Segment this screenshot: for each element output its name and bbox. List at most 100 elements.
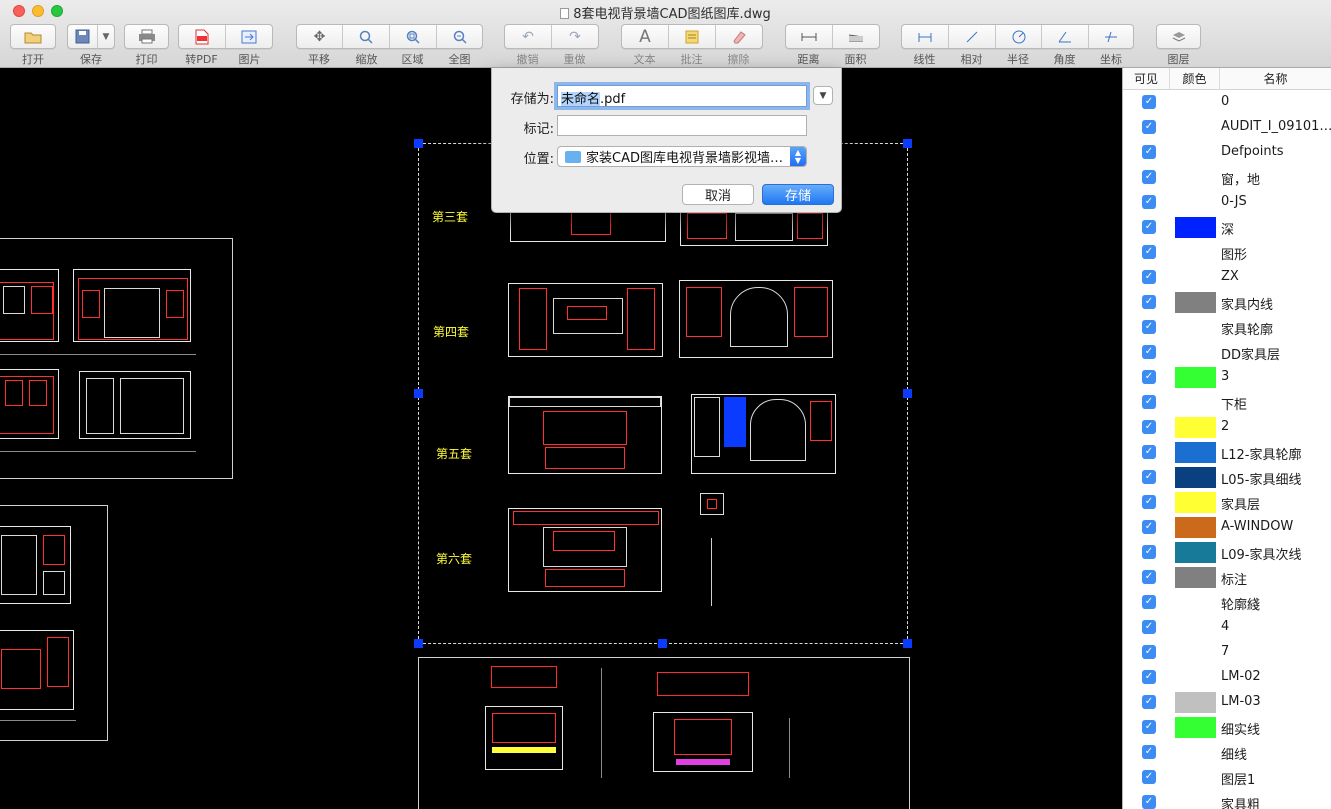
coordinate-icon[interactable]	[1089, 25, 1133, 48]
distance-icon[interactable]	[786, 25, 833, 48]
layer-row[interactable]: ✓ 细线	[1123, 740, 1331, 765]
layer-visible-checkbox[interactable]: ✓	[1142, 170, 1156, 184]
layer-row[interactable]: ✓ L05-家具细线	[1123, 465, 1331, 490]
pan-icon[interactable]: ✥	[297, 25, 343, 48]
layer-visible-checkbox[interactable]: ✓	[1142, 220, 1156, 234]
layers-button[interactable]	[1156, 24, 1201, 49]
layer-row[interactable]: ✓ LM-02	[1123, 665, 1331, 690]
redo-icon[interactable]: ↷	[552, 25, 598, 48]
layer-color-swatch[interactable]	[1175, 517, 1216, 538]
selection-handle[interactable]	[903, 389, 912, 398]
area-icon[interactable]	[833, 25, 879, 48]
chevron-down-icon[interactable]: ▼	[98, 25, 114, 48]
layer-row[interactable]: ✓ 0-JS	[1123, 190, 1331, 215]
layer-row[interactable]: ✓ 图形	[1123, 240, 1331, 265]
layer-color-swatch[interactable]	[1175, 717, 1216, 738]
layer-row[interactable]: ✓ L09-家具次线	[1123, 540, 1331, 565]
layer-visible-checkbox[interactable]: ✓	[1142, 770, 1156, 784]
layer-row[interactable]: ✓ ZX	[1123, 265, 1331, 290]
layer-row[interactable]: ✓ 家具轮廓	[1123, 315, 1331, 340]
layer-visible-checkbox[interactable]: ✓	[1142, 595, 1156, 609]
layer-color-swatch[interactable]	[1175, 492, 1216, 513]
layer-row[interactable]: ✓ 标注	[1123, 565, 1331, 590]
layer-row[interactable]: ✓ LM-03	[1123, 690, 1331, 715]
angle-dim-icon[interactable]	[1042, 25, 1089, 48]
layer-visible-checkbox[interactable]: ✓	[1142, 395, 1156, 409]
layer-row[interactable]: ✓ 3	[1123, 365, 1331, 390]
layer-visible-checkbox[interactable]: ✓	[1142, 645, 1156, 659]
layer-visible-checkbox[interactable]: ✓	[1142, 745, 1156, 759]
save-as-input[interactable]: 未命名.pdf	[557, 85, 807, 107]
layer-row[interactable]: ✓ 深	[1123, 215, 1331, 240]
layer-row[interactable]: ✓ 轮廓綫	[1123, 590, 1331, 615]
layer-row[interactable]: ✓ 4	[1123, 615, 1331, 640]
layer-color-swatch[interactable]	[1175, 292, 1216, 313]
layer-color-swatch[interactable]	[1175, 367, 1216, 388]
zoom-all-icon[interactable]	[437, 25, 482, 48]
location-popup[interactable]: 家装CAD图库电视背景墙影视墙… ▲ ▼	[557, 146, 807, 167]
eraser-icon[interactable]	[716, 25, 762, 48]
radius-dim-icon[interactable]	[996, 25, 1042, 48]
layer-row[interactable]: ✓ 0	[1123, 90, 1331, 115]
layer-color-swatch[interactable]	[1175, 692, 1216, 713]
selection-handle[interactable]	[903, 139, 912, 148]
layer-visible-checkbox[interactable]: ✓	[1142, 670, 1156, 684]
layer-row[interactable]: ✓ 细实线	[1123, 715, 1331, 740]
selection-handle[interactable]	[414, 389, 423, 398]
expand-dialog-button[interactable]: ▼	[813, 86, 833, 105]
layer-row[interactable]: ✓ 2	[1123, 415, 1331, 440]
layer-color-swatch[interactable]	[1175, 467, 1216, 488]
linear-dim-icon[interactable]	[902, 25, 949, 48]
print-button[interactable]	[124, 24, 169, 49]
header-name[interactable]: 名称	[1220, 68, 1331, 89]
layer-visible-checkbox[interactable]: ✓	[1142, 370, 1156, 384]
layer-visible-checkbox[interactable]: ✓	[1142, 295, 1156, 309]
layer-row[interactable]: ✓ 图层1	[1123, 765, 1331, 790]
layer-visible-checkbox[interactable]: ✓	[1142, 345, 1156, 359]
layer-visible-checkbox[interactable]: ✓	[1142, 445, 1156, 459]
layer-row[interactable]: ✓ 下柜	[1123, 390, 1331, 415]
layer-row[interactable]: ✓ 家具粗	[1123, 790, 1331, 809]
undo-icon[interactable]: ↶	[505, 25, 552, 48]
layer-row[interactable]: ✓ 家具内线	[1123, 290, 1331, 315]
save-button[interactable]: 存储	[762, 184, 834, 205]
layer-visible-checkbox[interactable]: ✓	[1142, 520, 1156, 534]
layer-visible-checkbox[interactable]: ✓	[1142, 270, 1156, 284]
layer-row[interactable]: ✓ 7	[1123, 640, 1331, 665]
image-export-icon[interactable]	[226, 25, 272, 48]
zoom-icon[interactable]	[343, 25, 390, 48]
layer-visible-checkbox[interactable]: ✓	[1142, 245, 1156, 259]
layer-row[interactable]: ✓ DD家具层	[1123, 340, 1331, 365]
layer-row[interactable]: ✓ 窗，地	[1123, 165, 1331, 190]
layer-visible-checkbox[interactable]: ✓	[1142, 620, 1156, 634]
open-button[interactable]	[10, 24, 56, 49]
zoom-region-icon[interactable]	[390, 25, 437, 48]
aligned-dim-icon[interactable]	[949, 25, 996, 48]
header-color[interactable]: 颜色	[1170, 68, 1220, 89]
layer-row[interactable]: ✓ AUDIT_I_09101…	[1123, 115, 1331, 140]
layer-visible-checkbox[interactable]: ✓	[1142, 95, 1156, 109]
selection-handle[interactable]	[414, 639, 423, 648]
layer-row[interactable]: ✓ Defpoints	[1123, 140, 1331, 165]
layer-color-swatch[interactable]	[1175, 417, 1216, 438]
layer-visible-checkbox[interactable]: ✓	[1142, 720, 1156, 734]
layer-visible-checkbox[interactable]: ✓	[1142, 495, 1156, 509]
header-visible[interactable]: 可见	[1123, 68, 1170, 89]
layer-color-swatch[interactable]	[1175, 442, 1216, 463]
layer-color-swatch[interactable]	[1175, 542, 1216, 563]
text-icon[interactable]: A	[622, 25, 669, 48]
layer-visible-checkbox[interactable]: ✓	[1142, 145, 1156, 159]
save-button[interactable]: ▼	[67, 24, 115, 49]
layer-row[interactable]: ✓ L12-家具轮廓	[1123, 440, 1331, 465]
selection-handle[interactable]	[658, 639, 667, 648]
selection-handle[interactable]	[414, 139, 423, 148]
note-icon[interactable]	[669, 25, 716, 48]
layer-visible-checkbox[interactable]: ✓	[1142, 545, 1156, 559]
layer-row[interactable]: ✓ 家具层	[1123, 490, 1331, 515]
layer-visible-checkbox[interactable]: ✓	[1142, 120, 1156, 134]
layer-visible-checkbox[interactable]: ✓	[1142, 195, 1156, 209]
layer-color-swatch[interactable]	[1175, 217, 1216, 238]
layer-visible-checkbox[interactable]: ✓	[1142, 570, 1156, 584]
layer-visible-checkbox[interactable]: ✓	[1142, 470, 1156, 484]
cancel-button[interactable]: 取消	[682, 184, 754, 205]
